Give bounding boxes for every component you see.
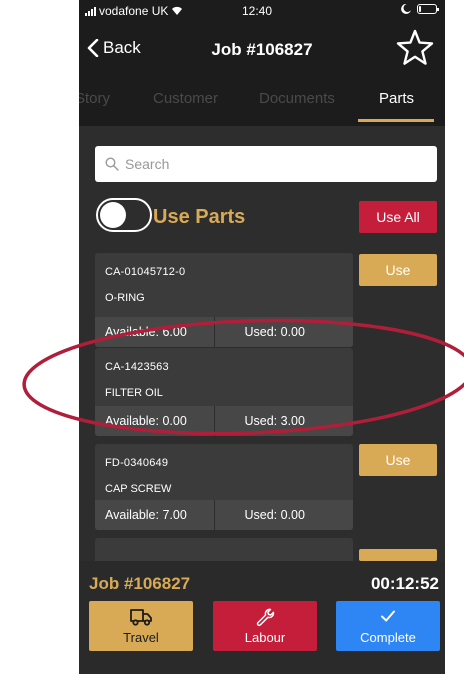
tab-customer[interactable]: Customer bbox=[153, 90, 218, 107]
nav-bar: Back Job #106827 bbox=[79, 22, 445, 84]
tab-bar: Story Customer Documents Parts bbox=[79, 84, 445, 124]
tab-story[interactable]: Story bbox=[79, 90, 110, 107]
carrier-name: vodafone UK bbox=[99, 4, 169, 18]
travel-button[interactable]: Travel bbox=[89, 601, 193, 651]
moon-icon bbox=[401, 4, 411, 14]
battery-fill bbox=[419, 6, 421, 12]
labour-button[interactable]: Labour bbox=[213, 601, 317, 651]
use-button[interactable]: Use bbox=[359, 254, 437, 286]
parts-content: Use Parts Use All CA-01045712-0 O-RING A… bbox=[79, 126, 445, 568]
truck-icon bbox=[130, 609, 152, 626]
travel-label: Travel bbox=[123, 630, 159, 645]
complete-button[interactable]: Complete bbox=[336, 601, 440, 651]
part-name: O-RING bbox=[105, 292, 145, 304]
job-timer: 00:12:52 bbox=[370, 574, 439, 593]
use-button[interactable]: Use bbox=[359, 444, 437, 476]
part-available: Available: 7.00 bbox=[105, 508, 187, 522]
active-tab-indicator bbox=[358, 119, 434, 122]
carrier-info: vodafone UK bbox=[85, 4, 183, 18]
use-button[interactable] bbox=[359, 549, 437, 561]
complete-label: Complete bbox=[360, 630, 416, 645]
battery-icon bbox=[417, 4, 439, 14]
labour-label: Labour bbox=[244, 630, 286, 645]
part-code: CA-1423563 bbox=[105, 361, 169, 373]
footer-job-number: Job #106827 bbox=[89, 574, 191, 593]
part-code: CA-01045712-0 bbox=[105, 266, 186, 278]
use-parts-label: Use Parts bbox=[153, 206, 246, 228]
use-parts-toggle[interactable] bbox=[96, 198, 152, 232]
part-card[interactable]: FD-0340649 CAP SCREW Available: 7.00 Use… bbox=[95, 444, 353, 530]
use-all-button[interactable]: Use All bbox=[359, 201, 437, 233]
tab-documents[interactable]: Documents bbox=[259, 90, 335, 107]
part-card[interactable]: CA-01045712-0 O-RING Available: 6.00 Use… bbox=[95, 253, 353, 347]
star-icon[interactable] bbox=[395, 28, 435, 68]
checkmark-icon bbox=[381, 610, 395, 622]
part-used: Used: 3.00 bbox=[213, 406, 354, 436]
phone-screen: vodafone UK 12:40 Back Job #106827 Story… bbox=[79, 0, 445, 674]
wifi-icon bbox=[172, 6, 183, 16]
page-title: Job #106827 bbox=[211, 40, 313, 59]
tab-parts[interactable]: Parts bbox=[379, 90, 414, 107]
toggle-knob bbox=[100, 202, 126, 228]
part-available: Available: 0.00 bbox=[105, 414, 187, 428]
part-name: CAP SCREW bbox=[105, 483, 172, 495]
search-input[interactable] bbox=[125, 156, 415, 172]
signal-icon bbox=[85, 6, 96, 16]
part-name: FILTER OIL bbox=[105, 387, 163, 399]
part-used: Used: 0.00 bbox=[213, 317, 354, 347]
part-available: Available: 6.00 bbox=[105, 325, 187, 339]
part-used: Used: 0.00 bbox=[213, 500, 354, 530]
wrench-icon bbox=[256, 608, 275, 627]
part-card[interactable]: CA-1423563 FILTER OIL Available: 0.00 Us… bbox=[95, 348, 353, 436]
status-time: 12:40 bbox=[242, 4, 273, 18]
search-bar[interactable] bbox=[95, 146, 437, 182]
part-code: FD-0340649 bbox=[105, 457, 169, 469]
job-footer: Job #106827 00:12:52 Travel Labour Compl… bbox=[79, 561, 445, 674]
search-icon bbox=[105, 157, 119, 171]
status-bar: vodafone UK 12:40 bbox=[79, 0, 445, 22]
